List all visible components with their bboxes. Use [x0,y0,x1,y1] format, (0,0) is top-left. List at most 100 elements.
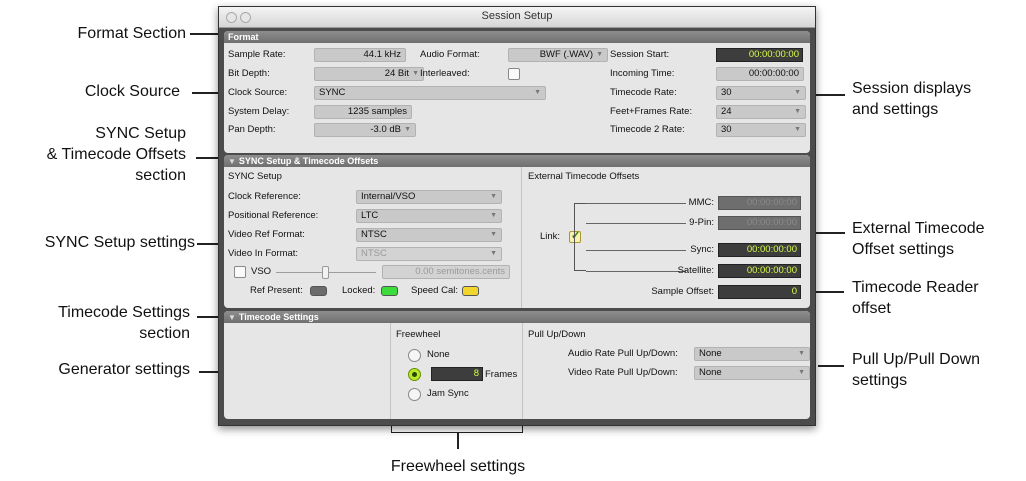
ref-present-label: Ref Present: [250,285,303,296]
sync-header[interactable]: ▼ SYNC Setup & Timecode Offsets [224,155,810,167]
vso-value[interactable]: 0.00 semitones.cents [382,265,510,279]
speed-cal-led-icon [462,286,479,296]
timecode-rate-value: 30 [721,87,732,98]
sync-panel: ▼ SYNC Setup & Timecode Offsets SYNC Setu… [224,155,810,308]
chevron-down-icon: ▼ [490,193,497,200]
leader-ext [815,232,845,234]
freewheel-none-radio[interactable] [408,349,421,362]
freewheel-frames-label: Frames [485,369,518,380]
timecode-header[interactable]: ▼ Timecode Settings [224,311,810,323]
freewheel-frames-radio[interactable] [408,368,421,381]
clock-reference-label: Clock Reference: [228,191,301,202]
chevron-down-icon: ▼ [794,108,801,115]
chevron-down-icon: ▼ [490,212,497,219]
sync-header-label: SYNC Setup & Timecode Offsets [238,156,379,166]
ref-present-led-icon [310,286,327,296]
speed-cal-label: Speed Cal: [411,285,459,296]
format-panel: Format Sample Rate: 44.1 kHz Bit Depth: … [224,31,810,153]
callout-reader-line2: offset [852,300,891,317]
interleaved-label: Interleaved: [420,68,470,79]
audio-pull-value: None [699,348,722,359]
locked-led-icon [381,286,398,296]
ninepin-value[interactable]: 00:00:00:00 [718,216,801,230]
timecode-panel: ▼ Timecode Settings Freewheel None 8 Fram… [224,311,810,419]
link-bracket [574,203,586,271]
format-header: Format [224,31,810,43]
chevron-down-icon: ▼ [794,89,801,96]
audio-format-label: Audio Format: [420,49,480,60]
vso-checkbox[interactable] [234,266,246,278]
video-pull-value: None [699,367,722,378]
session-start-value[interactable]: 00:00:00:00 [716,48,803,62]
video-pull-select[interactable]: None ▼ [694,366,810,380]
pan-depth-select[interactable]: -3.0 dB ▼ [314,123,416,137]
disclosure-triangle-icon[interactable]: ▼ [228,157,236,166]
callout-pull-line1: Pull Up/Pull Down [852,351,981,368]
title-bar[interactable]: Session Setup [219,7,815,28]
callout-sync-settings: SYNC Setup settings [44,234,195,251]
callout-generator: Generator settings [58,361,190,378]
sample-rate-label: Sample Rate: [228,49,286,60]
sample-offset-label: Sample Offset: [651,286,714,297]
sync-setup-title: SYNC Setup [228,171,282,182]
sync-offset-value[interactable]: 00:00:00:00 [718,243,801,257]
video-in-format-label: Video In Format: [228,248,299,259]
freewheel-divider [522,323,523,419]
callout-pull-line2: settings [852,372,908,389]
chevron-down-icon: ▼ [490,231,497,238]
sync-divider [521,167,522,308]
bit-depth-select[interactable]: 24 Bit ▼ [314,67,424,81]
window-title: Session Setup [481,10,553,22]
vso-label: VSO [251,266,272,277]
timecode2-value: 30 [721,124,732,135]
freewheel-jam-radio[interactable] [408,388,421,401]
callout-format-section: Format Section [77,25,186,42]
bit-depth-label: Bit Depth: [228,68,270,79]
freewheel-frames-value[interactable]: 8 [431,367,483,381]
chevron-down-icon: ▼ [794,126,801,133]
timecode2-label: Timecode 2 Rate: [610,124,685,135]
session-start-label: Session Start: [610,49,670,60]
chevron-down-icon: ▼ [534,89,541,96]
video-in-format-select[interactable]: NTSC ▼ [356,247,502,261]
positional-reference-select[interactable]: LTC ▼ [356,209,502,223]
external-offsets-title: External Timecode Offsets [528,171,640,182]
callout-sync-section-line2: & Timecode Offsets [46,146,186,163]
audio-format-value: BWF (.WAV) [539,49,593,60]
clock-source-select[interactable]: SYNC ▼ [314,86,546,100]
feet-frames-select[interactable]: 24 ▼ [716,105,806,119]
ninepin-label: 9-Pin: [689,217,714,228]
interleaved-checkbox[interactable] [508,68,520,80]
audio-format-select[interactable]: BWF (.WAV) ▼ [508,48,608,62]
pan-depth-label: Pan Depth: [228,124,276,135]
leader-format [190,33,220,35]
positional-reference-label: Positional Reference: [228,210,319,221]
feet-frames-value: 24 [721,106,732,117]
sync-offset-label: Sync: [690,244,714,255]
system-delay-label: System Delay: [228,106,290,117]
audio-pull-select[interactable]: None ▼ [694,347,810,361]
chevron-down-icon: ▼ [490,250,497,257]
disclosure-triangle-icon[interactable]: ▼ [228,313,236,322]
callout-tc-section-line2: section [139,325,190,342]
leader-sync-section [196,157,220,159]
clock-reference-select[interactable]: Internal/VSO ▼ [356,190,502,204]
timecode-rate-label: Timecode Rate: [610,87,677,98]
sample-offset-value[interactable]: 0 [718,285,801,299]
clock-reference-value: Internal/VSO [361,191,416,202]
audio-pull-label: Audio Rate Pull Up/Down: [568,348,678,359]
mmc-label: MMC: [688,197,714,208]
feet-frames-label: Feet+Frames Rate: [610,106,693,117]
vso-slider-knob[interactable] [322,266,329,279]
timecode2-select[interactable]: 30 ▼ [716,123,806,137]
chevron-down-icon: ▼ [798,350,805,357]
mmc-value[interactable]: 00:00:00:00 [718,196,801,210]
callout-ext-line1: External Timecode [852,220,985,237]
clock-source-label: Clock Source: [228,87,288,98]
video-ref-format-select[interactable]: NTSC ▼ [356,228,502,242]
timecode-rate-select[interactable]: 30 ▼ [716,86,806,100]
satellite-label: Satellite: [677,265,714,276]
video-pull-label: Video Rate Pull Up/Down: [568,367,678,378]
callout-session-line2: and settings [852,101,939,118]
satellite-value[interactable]: 00:00:00:00 [718,264,801,278]
